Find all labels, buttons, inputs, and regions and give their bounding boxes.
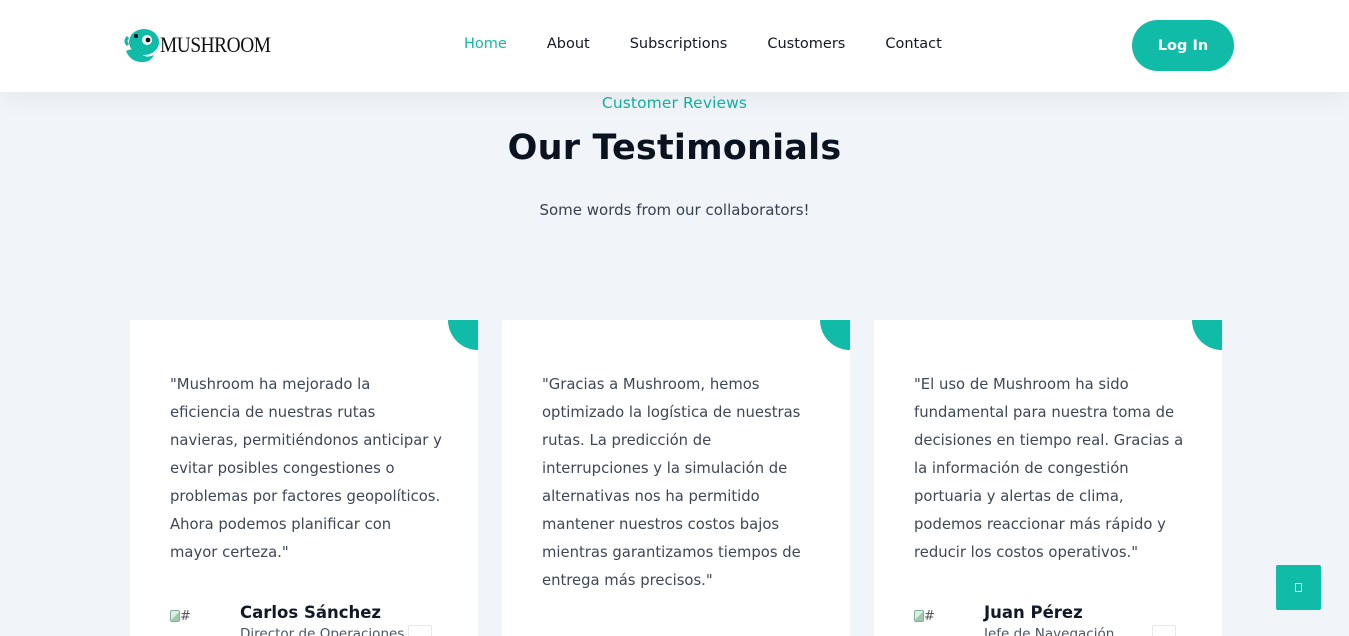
avatar-alt: # (180, 609, 191, 624)
brand-logo[interactable]: MUSHROOM (122, 24, 286, 66)
section-subtitle: Some words from our collaborators! (539, 201, 810, 219)
nav-subscriptions[interactable]: Subscriptions (630, 34, 728, 54)
nav-contact[interactable]: Contact (885, 34, 941, 54)
testimonial-role: Jefe de Navegación (984, 626, 1115, 636)
avatar-alt: # (924, 609, 935, 624)
avatar: # (170, 609, 204, 636)
navbar: MUSHROOM Home About Subscriptions Custom… (0, 0, 1349, 92)
testimonial-name: Carlos Sánchez (240, 603, 382, 622)
nav-home[interactable]: Home (464, 34, 507, 54)
testimonial-quote: "Mushroom ha mejorado la eficiencia de n… (170, 376, 442, 561)
testimonial-quote: "El uso de Mushroom ha sido fundamental … (914, 376, 1184, 561)
testimonial-card: "El uso de Mushroom ha sido fundamental … (874, 320, 1222, 636)
nav-about[interactable]: About (547, 34, 590, 54)
nav-customers[interactable]: Customers (767, 34, 845, 54)
quote-icon (1152, 625, 1176, 636)
testimonial-card: "Mushroom ha mejorado la eficiencia de n… (130, 320, 478, 636)
main-nav: Home About Subscriptions Customers Conta… (464, 34, 982, 54)
login-button[interactable]: Log In (1132, 20, 1234, 71)
section-title: Our Testimonials (507, 128, 842, 168)
arrow-up-icon (1295, 583, 1302, 592)
avatar: # (914, 609, 948, 636)
mushroom-mascot-icon (124, 29, 159, 63)
section-eyebrow: Customer Reviews (601, 94, 748, 112)
testimonial-role: Director de Operaciones (240, 626, 405, 636)
testimonial-card: "Gracias a Mushroom, hemos optimizado la… (502, 320, 850, 636)
quote-icon (408, 625, 432, 636)
card-corner-accent (1192, 320, 1222, 350)
card-corner-accent (448, 320, 478, 350)
broken-image-icon (170, 610, 180, 622)
scroll-to-top-button[interactable] (1276, 565, 1321, 610)
brand-name: MUSHROOM (160, 32, 271, 57)
broken-image-icon (914, 610, 924, 622)
testimonial-quote: "Gracias a Mushroom, hemos optimizado la… (542, 376, 801, 589)
testimonial-name: Juan Pérez (984, 603, 1083, 622)
card-corner-accent (820, 320, 850, 350)
